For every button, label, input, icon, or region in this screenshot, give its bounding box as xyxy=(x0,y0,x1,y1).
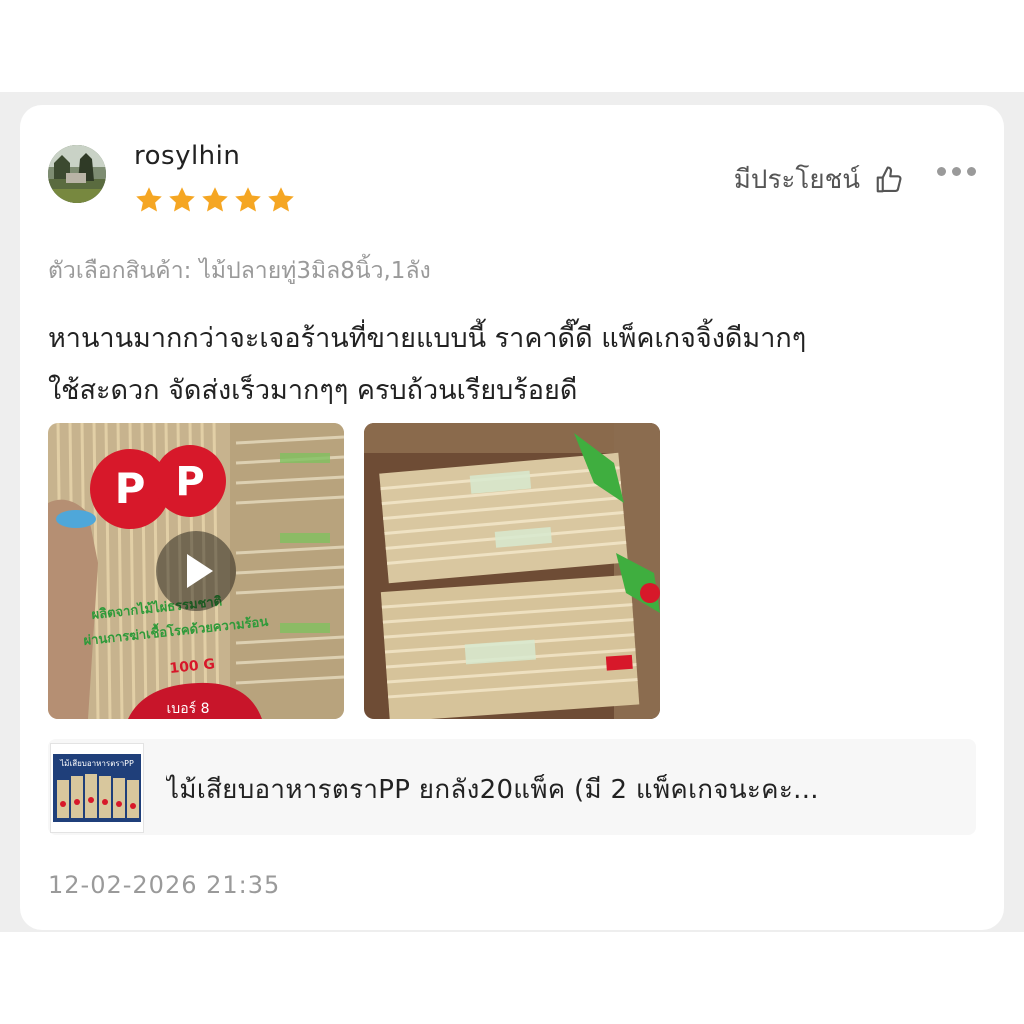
avatar[interactable] xyxy=(48,145,106,203)
variant-label: ตัวเลือกสินค้า: xyxy=(48,258,192,284)
review-timestamp: 12-02-2026 21:35 xyxy=(48,871,281,899)
linked-product[interactable]: ไม้เสียบอาหารตราPP ไม้เสียบอาหารตราPP ยก… xyxy=(48,739,976,835)
review-video-thumbnail[interactable]: P P ผลิตจากไม้ไผ่ธรรมชาติ ผ่านการฆ่าเชื้… xyxy=(48,423,344,719)
review-text: หานานมากกว่าจะเจอร้านที่ขายแบบนี้ ราคาดี… xyxy=(48,313,978,417)
variant-value: ไม้ปลายทู่3มิล8นิ้ว,1ลัง xyxy=(199,258,431,284)
video-size-label: เบอร์ 8 xyxy=(167,700,210,717)
star-icon xyxy=(202,187,228,212)
video-logo-right: P xyxy=(175,459,204,505)
review-photo-thumbnail[interactable] xyxy=(364,423,660,719)
review-text-line: ใช้สะดวก จัดส่งเร็วมากๆๆ ครบถ้วนเรียบร้อ… xyxy=(48,375,578,406)
product-title[interactable]: ไม้เสียบอาหารตราPP ยกลัง20แพ็ค (มี 2 แพ็… xyxy=(166,769,956,810)
helpful-button[interactable]: มีประโยชน์ xyxy=(734,159,904,200)
review-card: rosylhin มีประโยชน์ ตัวเลือกสินค้า: ไม้ปล… xyxy=(20,105,1004,930)
more-dots-icon[interactable] xyxy=(937,167,976,176)
star-icon xyxy=(136,187,162,212)
rating-stars xyxy=(134,185,296,215)
star-icon xyxy=(235,187,261,212)
product-variant: ตัวเลือกสินค้า: ไม้ปลายทู่3มิล8นิ้ว,1ลัง xyxy=(48,253,431,289)
product-thumb-banner: ไม้เสียบอาหารตราPP xyxy=(59,759,134,768)
reviewer-username[interactable]: rosylhin xyxy=(134,141,240,171)
play-icon[interactable] xyxy=(156,531,236,611)
star-icon xyxy=(169,187,195,212)
star-icon xyxy=(268,187,294,212)
thumbs-up-icon xyxy=(876,165,902,192)
review-text-line: หานานมากกว่าจะเจอร้านที่ขายแบบนี้ ราคาดี… xyxy=(48,323,807,354)
helpful-label: มีประโยชน์ xyxy=(733,165,860,195)
product-thumbnail: ไม้เสียบอาหารตราPP xyxy=(50,743,144,833)
video-logo-left: P xyxy=(115,464,146,513)
